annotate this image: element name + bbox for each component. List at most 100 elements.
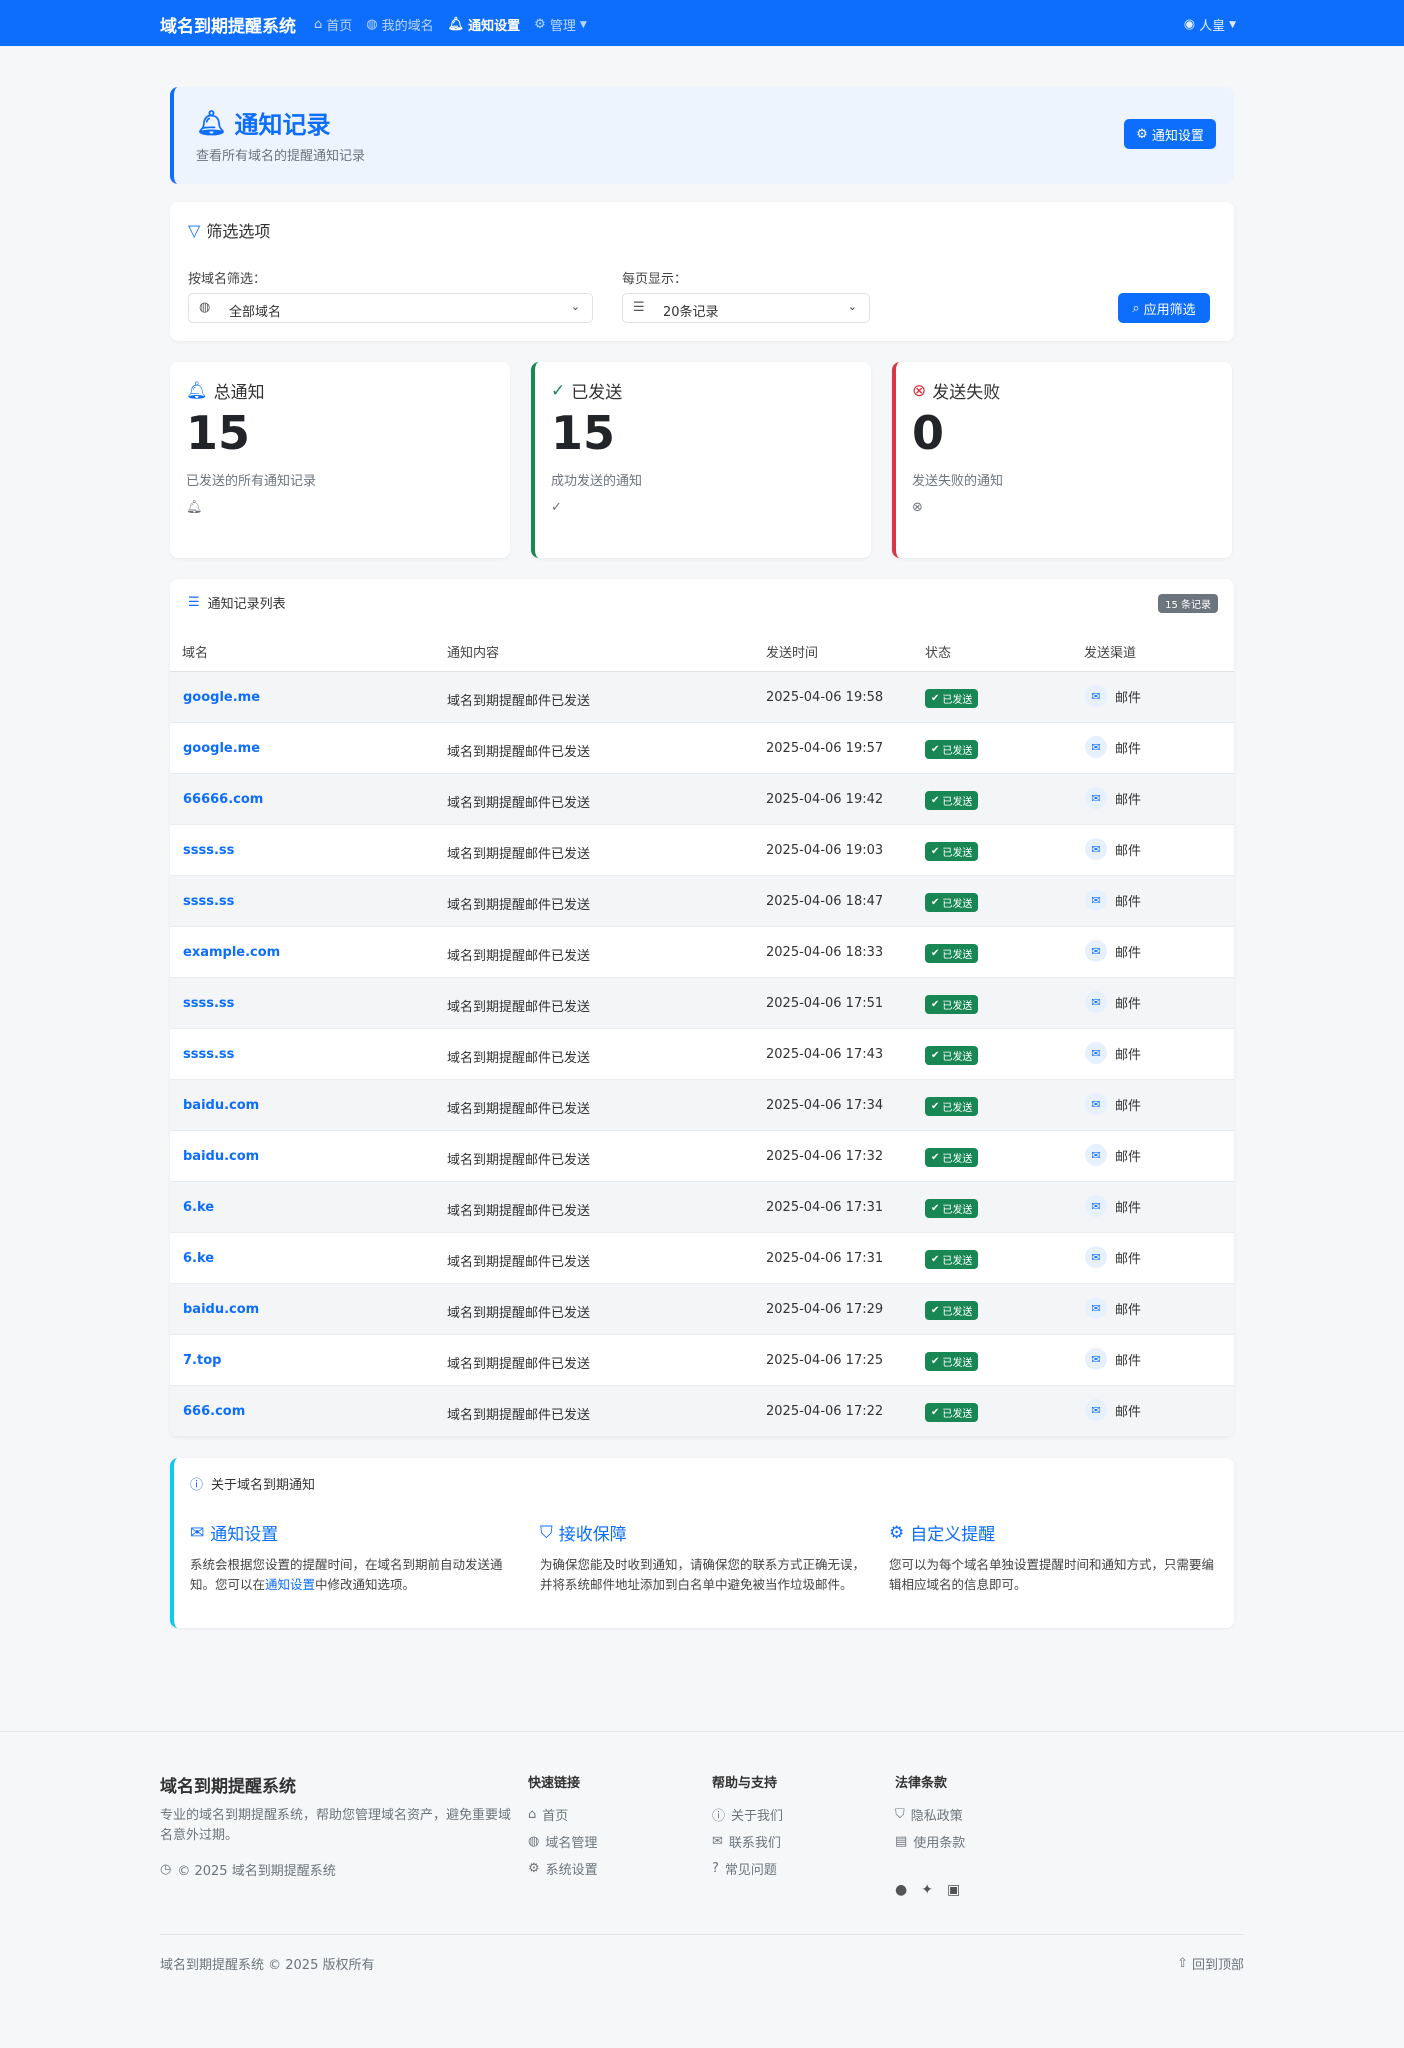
send-time: 2025-04-06 18:33 [766, 945, 884, 960]
th-time: 发送时间 [766, 646, 819, 661]
notification-content: 域名到期提醒邮件已发送 [447, 847, 591, 862]
table-row: example.com 域名到期提醒邮件已发送 2025-04-06 18:33 ✔ 已… [170, 927, 1234, 978]
notification-content: 域名到期提醒邮件已发送 [447, 745, 591, 760]
notification-content: 域名到期提醒邮件已发送 [447, 1255, 591, 1270]
table-row: 7.top 域名到期提醒邮件已发送 2025-04-06 17:25 ✔ 已发送 ✉ 邮件 [170, 1335, 1234, 1386]
mail-icon: ✉ [1085, 991, 1107, 1013]
settings-link[interactable]: 通知设置 [265, 1577, 315, 1592]
send-channel: ✉ 邮件 [1085, 1399, 1141, 1421]
about-col-custom: ⚙ 自定义提醒 您可以为每个域名单独设置提醒时间和通知方式，只需要编辑相应域名的信… [889, 1522, 1215, 1593]
domain-link[interactable]: example.com [183, 945, 280, 960]
user-menu[interactable]: ◉ 人皇 ▼ [1184, 15, 1236, 34]
domain-link[interactable]: google.me [183, 741, 260, 756]
linkedin-icon[interactable]: ▣ [947, 1882, 960, 1898]
domain-link[interactable]: ssss.ss [183, 843, 234, 858]
notification-settings-button[interactable]: ⚙ 通知设置 [1124, 119, 1216, 149]
footer-link-terms[interactable]: ▤ 使用条款 [895, 1832, 965, 1851]
domain-filter-select[interactable]: ◍ 全部域名 ⌄ [188, 293, 593, 323]
check-circle-icon: ✔ [931, 1356, 940, 1367]
check-circle-icon: ✔ [931, 1050, 940, 1061]
footer-link-contact[interactable]: ✉ 联系我们 [712, 1832, 783, 1851]
domain-link[interactable]: 6.ke [183, 1200, 214, 1215]
twitter-icon[interactable]: ✦ [921, 1882, 933, 1898]
footer-link-home[interactable]: ⌂ 首页 [528, 1805, 598, 1824]
nav-my-domains[interactable]: ◍ 我的域名 [366, 15, 433, 34]
domain-link[interactable]: baidu.com [183, 1149, 259, 1164]
status-badge: ✔ 已发送 [925, 1199, 979, 1218]
status-badge: ✔ 已发送 [925, 1250, 979, 1269]
check-circle-icon: ✔ [931, 999, 940, 1010]
send-channel: ✉ 邮件 [1085, 1093, 1141, 1115]
gear-icon: ⚙ [1136, 126, 1148, 142]
caret-down-icon: ▼ [579, 19, 587, 30]
filter-icon: ▽ [188, 220, 201, 240]
table-row: 6.ke 域名到期提醒邮件已发送 2025-04-06 17:31 ✔ 已发送 ✉ 邮件 [170, 1233, 1234, 1284]
x-circle-icon: ⊗ [912, 500, 923, 515]
domain-link[interactable]: ssss.ss [183, 1047, 234, 1062]
list-icon: ☰ [188, 595, 200, 610]
send-channel: ✉ 邮件 [1085, 991, 1141, 1013]
check-circle-icon: ✔ [931, 1101, 940, 1112]
mail-icon: ✉ [1085, 1399, 1107, 1421]
domain-link[interactable]: 66666.com [183, 792, 263, 807]
footer-link-faq[interactable]: ? 常见问题 [712, 1859, 783, 1878]
back-to-top-link[interactable]: ⇧ 回到顶部 [1177, 1954, 1244, 1973]
notification-content: 域名到期提醒邮件已发送 [447, 1306, 591, 1321]
nav-notifications[interactable]: 🔔︎ 通知设置 [448, 15, 521, 34]
send-time: 2025-04-06 17:43 [766, 1047, 884, 1062]
check-circle-icon: ✔ [931, 795, 940, 806]
status-badge: ✔ 已发送 [925, 995, 979, 1014]
notification-content: 域名到期提醒邮件已发送 [447, 1102, 591, 1117]
bell-icon: 🔔︎ [196, 108, 227, 137]
page-title: 🔔︎ 通知记录 [196, 108, 331, 140]
footer-link-settings[interactable]: ⚙ 系统设置 [528, 1859, 598, 1878]
send-time: 2025-04-06 17:34 [766, 1098, 884, 1113]
notification-content: 域名到期提醒邮件已发送 [447, 1153, 591, 1168]
mail-icon: ✉ [1085, 685, 1107, 707]
mail-icon: ✉ [1085, 940, 1107, 962]
mail-icon: ✉ [1085, 1042, 1107, 1064]
status-badge: ✔ 已发送 [925, 1352, 979, 1371]
send-channel: ✉ 邮件 [1085, 1348, 1141, 1370]
domain-link[interactable]: 6.ke [183, 1251, 214, 1266]
nav-admin-dropdown[interactable]: ⚙ 管理 ▼ [534, 15, 587, 34]
domain-link[interactable]: 666.com [183, 1404, 245, 1419]
notification-table-card: ☰ 通知记录列表 15 条记录 域名 通知内容 发送时间 状态 发送渠道 goo… [170, 579, 1234, 1437]
domain-link[interactable]: google.me [183, 690, 260, 705]
apply-filter-button[interactable]: ⌕ 应用筛选 [1118, 293, 1210, 323]
footer-copyright: ◷ © 2025 域名到期提醒系统 [160, 1862, 336, 1879]
gear-icon: ⚙ [889, 1522, 905, 1543]
table-row: 666.com 域名到期提醒邮件已发送 2025-04-06 17:22 ✔ 已发送 ✉ 邮… [170, 1386, 1234, 1437]
table-title: ☰ 通知记录列表 [188, 595, 286, 612]
domain-link[interactable]: baidu.com [183, 1098, 259, 1113]
send-time: 2025-04-06 17:32 [766, 1149, 884, 1164]
mail-icon: ✉ [1085, 1348, 1107, 1370]
footer: 域名到期提醒系统 专业的域名到期提醒系统，帮助您管理域名资产，避免重要域名意外过… [0, 1731, 1404, 2048]
nav-home[interactable]: ⌂ 首页 [314, 15, 352, 34]
check-circle-icon: ✔ [931, 846, 940, 857]
footer-link-privacy[interactable]: ⛉ 隐私政策 [895, 1805, 965, 1824]
brand-link[interactable]: 域名到期提醒系统 [160, 12, 296, 37]
check-circle-icon: ✔ [931, 1305, 940, 1316]
table-row: ssss.ss 域名到期提醒邮件已发送 2025-04-06 18:47 ✔ 已发送 ✉ 邮… [170, 876, 1234, 927]
mail-icon: ✉ [1085, 1195, 1107, 1217]
chevron-down-icon: ⌄ [570, 300, 580, 313]
domain-link[interactable]: ssss.ss [183, 996, 234, 1011]
home-icon: ⌂ [528, 1807, 537, 1822]
status-badge: ✔ 已发送 [925, 1046, 979, 1065]
status-badge: ✔ 已发送 [925, 1148, 979, 1167]
mail-icon: ✉ [1085, 1246, 1107, 1268]
send-channel: ✉ 邮件 [1085, 736, 1141, 758]
domain-link[interactable]: 7.top [183, 1353, 221, 1368]
per-page-select[interactable]: ☰ 20条记录 ⌄ [622, 293, 870, 323]
domain-link[interactable]: ssss.ss [183, 894, 234, 909]
table-row: google.me 域名到期提醒邮件已发送 2025-04-06 19:58 ✔ 已发送… [170, 672, 1234, 723]
domain-link[interactable]: baidu.com [183, 1302, 259, 1317]
stat-failed-value: 0 [912, 406, 945, 460]
footer-link-about[interactable]: ⓘ 关于我们 [712, 1805, 783, 1824]
info-icon: ⓘ [712, 1809, 726, 1824]
footer-link-domains[interactable]: ◍ 域名管理 [528, 1832, 598, 1851]
stat-total: 🔔︎ 总通知 15 已发送的所有通知记录 🔔︎ [170, 362, 510, 558]
github-icon[interactable]: ● [895, 1882, 907, 1898]
notification-content: 域名到期提醒邮件已发送 [447, 1204, 591, 1219]
